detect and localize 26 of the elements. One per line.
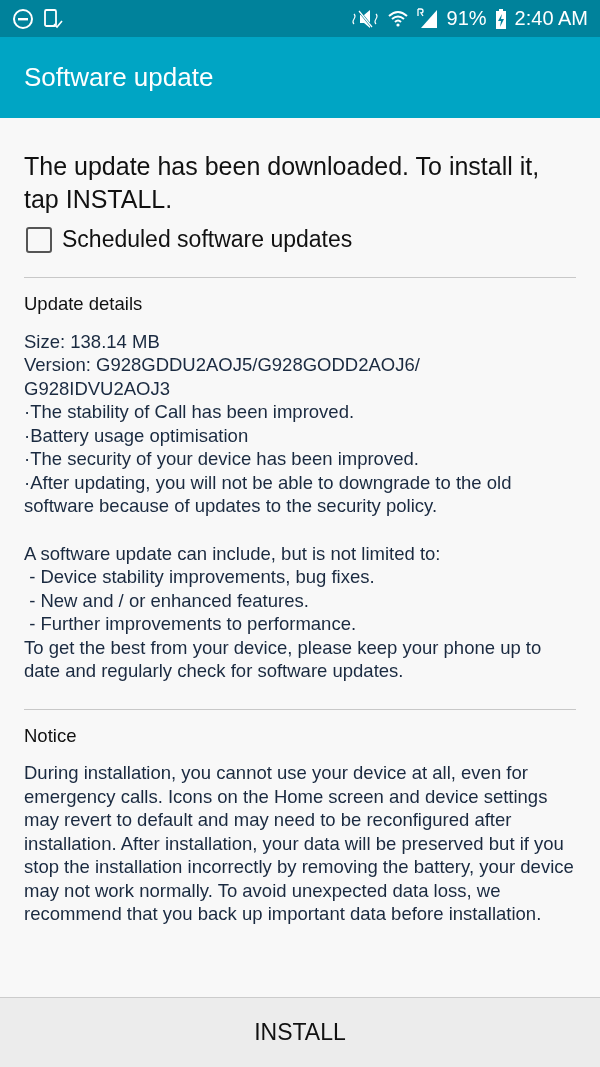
include-item: - New and / or enhanced features. [28, 588, 310, 612]
version-text: Version: G928GDDU2AOJ5/G928GODD2AOJ6/ G928IDVU2AOJ3 [24, 353, 421, 400]
section-heading: Update details [24, 292, 144, 316]
download-message: The update has been downloaded. To install it, tap INSTALL. [24, 151, 541, 215]
change-item: ·Battery usage optimisation [24, 423, 250, 447]
include-item: - Further improvements to performance. [28, 612, 358, 636]
screen-title: Software update [24, 62, 214, 93]
signal-icon [416, 7, 439, 30]
install-button[interactable]: INSTALL [0, 997, 600, 1067]
clock-time: 2:40 AM [514, 7, 588, 30]
section-heading: Notice [24, 723, 78, 747]
change-item: ·After updating, you will not be able to downgrade to the old software because of updates to the security policy. [24, 470, 513, 518]
change-item: ·The security of your device has been improved. [24, 447, 420, 471]
mute-icon [350, 7, 379, 30]
do-not-disturb-icon [12, 7, 34, 30]
checkbox[interactable] [26, 226, 52, 253]
include-item: - Device stability improvements, bug fixes. [28, 565, 376, 589]
scheduled-updates-checkbox[interactable]: Scheduled software updates [24, 222, 576, 267]
phone-check-icon [42, 7, 64, 30]
change-item: ·The stability of Call has been improved. [24, 400, 356, 424]
advice-text: To get the best from your device, please keep your phone up to date and regularly check for software updates. [24, 635, 543, 683]
includes-intro: A software update can include, but is not limited to: [24, 541, 442, 565]
battery-charging-icon [494, 7, 507, 30]
size-text: Size: 138.14 MB [24, 329, 161, 353]
battery-percentage: 91% [446, 7, 487, 30]
notice-text: During installation, you cannot use your device at all, even for emergency calls. Icons on the Home screen and device settings may revert to default and may need to be reconfigured after installation. After installation, your data will be preserved but if you stop the installation incorrectly by removing the battery, your device may not work normally. To avoid unexpected data loss, we recommend that you back up important data before installation. [24, 761, 575, 926]
